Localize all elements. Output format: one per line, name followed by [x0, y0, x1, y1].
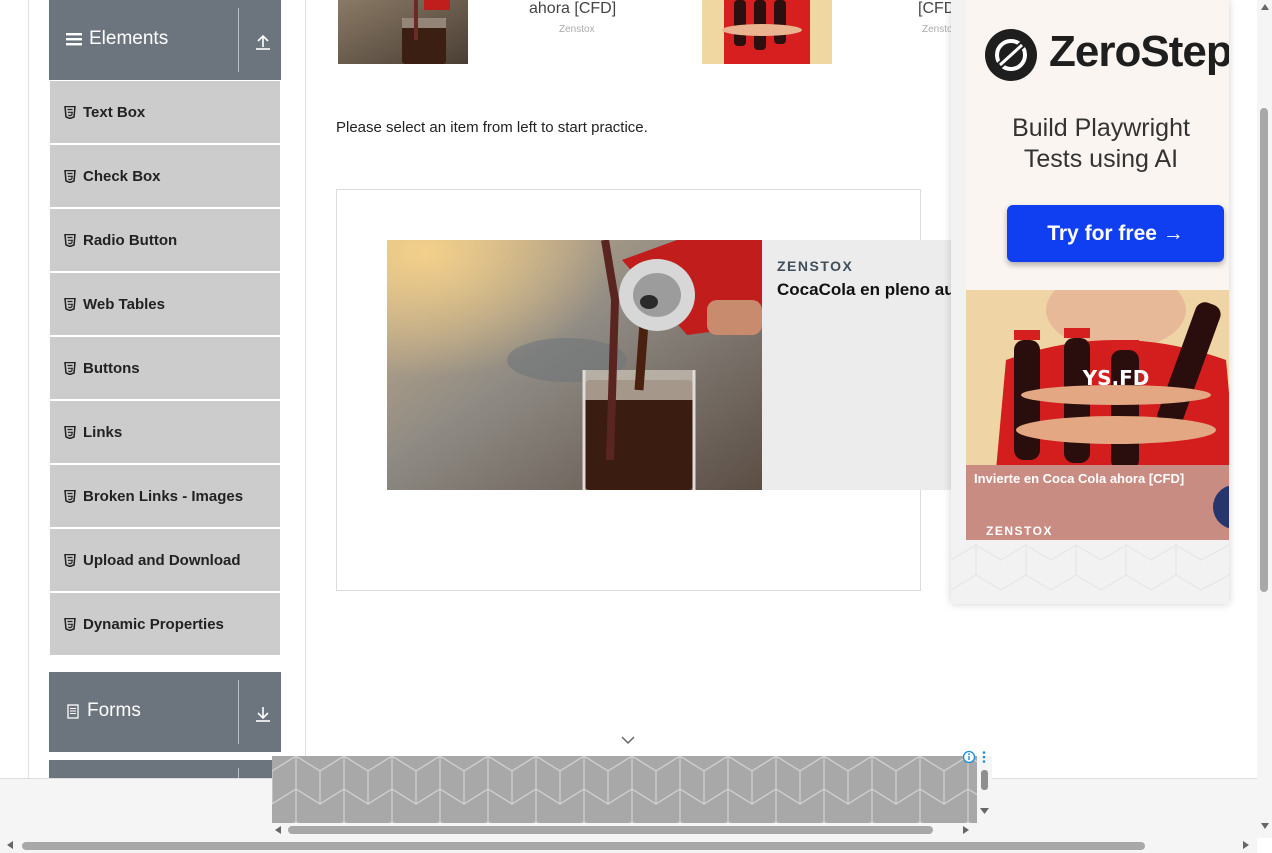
- ad-menu-kebab-icon[interactable]: [981, 750, 987, 764]
- group-title: Forms: [65, 700, 141, 722]
- kid-ad-caption[interactable]: Invierte en Coca Cola ahora [CFD]: [974, 471, 1184, 486]
- scroll-right-arrow-icon[interactable]: [1242, 840, 1250, 850]
- practice-instruction: Please select an item from left to start…: [336, 119, 648, 136]
- group-title-label: Elements: [89, 28, 169, 49]
- sidebar-item-label: Dynamic Properties: [83, 615, 224, 633]
- cola-glass-image: [338, 0, 468, 64]
- zerostep-panel: ZeroStep Build Playwright Tests using AI…: [966, 0, 1229, 290]
- group-title: Elements: [65, 28, 168, 50]
- horizontal-scroll-thumb[interactable]: [22, 842, 1145, 850]
- sidebar-item-label: Text Box: [83, 103, 146, 121]
- try-for-free-button[interactable]: Try for free →: [1007, 205, 1224, 262]
- subtitle-line-1: Build Playwright: [1012, 114, 1190, 142]
- header-separator: [238, 768, 239, 778]
- ad-scroll-controls: [980, 770, 989, 814]
- thumb-title-1[interactable]: ahora [CFD]: [529, 0, 616, 18]
- sidebar-item-label: Radio Button: [83, 231, 178, 249]
- html5-icon: [64, 553, 76, 567]
- header-separator: [238, 680, 239, 744]
- page: { "sidebar": { "elements_header": "Eleme…: [0, 0, 1272, 853]
- list-icon: [66, 33, 82, 46]
- collapse-up-icon[interactable]: [253, 32, 273, 52]
- thumb-source-1: Zenstox: [559, 24, 595, 35]
- sidebar-item-check-box[interactable]: Check Box: [50, 145, 280, 207]
- kid-bottles-image: [702, 0, 832, 64]
- html5-icon: [64, 105, 76, 119]
- sidebar-item-radio-button[interactable]: Radio Button: [50, 209, 280, 271]
- html5-icon: [64, 489, 76, 503]
- group-header-forms[interactable]: Forms: [49, 672, 281, 752]
- bottom-banner-ad[interactable]: [272, 756, 992, 838]
- group-header-elements[interactable]: Elements: [49, 0, 281, 80]
- side-ad[interactable]: ZeroStep Build Playwright Tests using AI…: [951, 0, 1229, 604]
- kid-ad-brand: ZENSTOX: [986, 524, 1053, 538]
- document-icon: [67, 704, 79, 719]
- content-divider: [305, 0, 306, 778]
- sidebar-item-label: Web Tables: [83, 295, 165, 313]
- sidebar-item-broken-links[interactable]: Broken Links - Images: [50, 465, 280, 527]
- kid-ad-card[interactable]: YS.FD Invierte en Coca Cola ahora [CFD] …: [966, 290, 1229, 540]
- html5-icon: [64, 297, 76, 311]
- ad-headline[interactable]: CocaCola en pleno auge: [777, 280, 957, 300]
- zerostep-logo-icon: [985, 29, 1037, 81]
- sidebar-item-web-tables[interactable]: Web Tables: [50, 273, 280, 335]
- sidebar-item-label: Upload and Download: [83, 551, 241, 569]
- sidebar-item-label: Buttons: [83, 359, 140, 377]
- html5-icon: [64, 617, 76, 631]
- sidebar-item-buttons[interactable]: Buttons: [50, 337, 280, 399]
- scroll-down-arrow-icon[interactable]: [1260, 822, 1270, 830]
- group-header-next[interactable]: [49, 760, 281, 778]
- zerostep-subtitle: Build Playwright Tests using AI: [966, 113, 1229, 175]
- sidebar-item-links[interactable]: Links: [50, 401, 280, 463]
- cube-pattern: [272, 756, 992, 838]
- cola-pour-image: [387, 240, 762, 490]
- left-gutter-line: [28, 0, 29, 778]
- bottom-ad-scroll[interactable]: [977, 756, 992, 838]
- header-separator: [238, 8, 239, 72]
- sidebar-item-label: Broken Links - Images: [83, 487, 244, 505]
- sidebar-item-text-box[interactable]: Text Box: [50, 81, 280, 143]
- chevron-down-icon[interactable]: [620, 735, 636, 745]
- ad-brand: ZENSTOX: [777, 258, 854, 274]
- vertical-scroll-thumb[interactable]: [1260, 108, 1268, 592]
- html5-icon: [64, 233, 76, 247]
- sidebar-item-label: Links: [83, 423, 123, 441]
- expand-down-icon[interactable]: [253, 704, 273, 724]
- scroll-left-arrow-icon[interactable]: [6, 840, 14, 850]
- shirt-print: YS.FD: [1082, 366, 1150, 390]
- chevron-right-icon: [1226, 496, 1229, 518]
- html5-icon: [64, 169, 76, 183]
- thumb-kid-bottles[interactable]: [702, 0, 832, 64]
- html5-icon: [64, 361, 76, 375]
- sidebar-item-label: Check Box: [83, 167, 161, 185]
- zerostep-logo-text: ZeroStep: [1049, 27, 1229, 76]
- sidebar-item-upload-download[interactable]: Upload and Download: [50, 529, 280, 591]
- html5-icon: [64, 425, 76, 439]
- thumb-cola-glass[interactable]: [338, 0, 468, 64]
- sidebar-item-dynamic-properties[interactable]: Dynamic Properties: [50, 593, 280, 655]
- content-ad-card[interactable]: ZENSTOX CocaCola en pleno auge: [387, 240, 957, 490]
- adchoices-info-icon[interactable]: [962, 750, 976, 764]
- group-title-label: Forms: [87, 700, 141, 721]
- scroll-up-arrow-icon[interactable]: [1260, 3, 1270, 11]
- subtitle-line-2: Tests using AI: [1023, 145, 1179, 173]
